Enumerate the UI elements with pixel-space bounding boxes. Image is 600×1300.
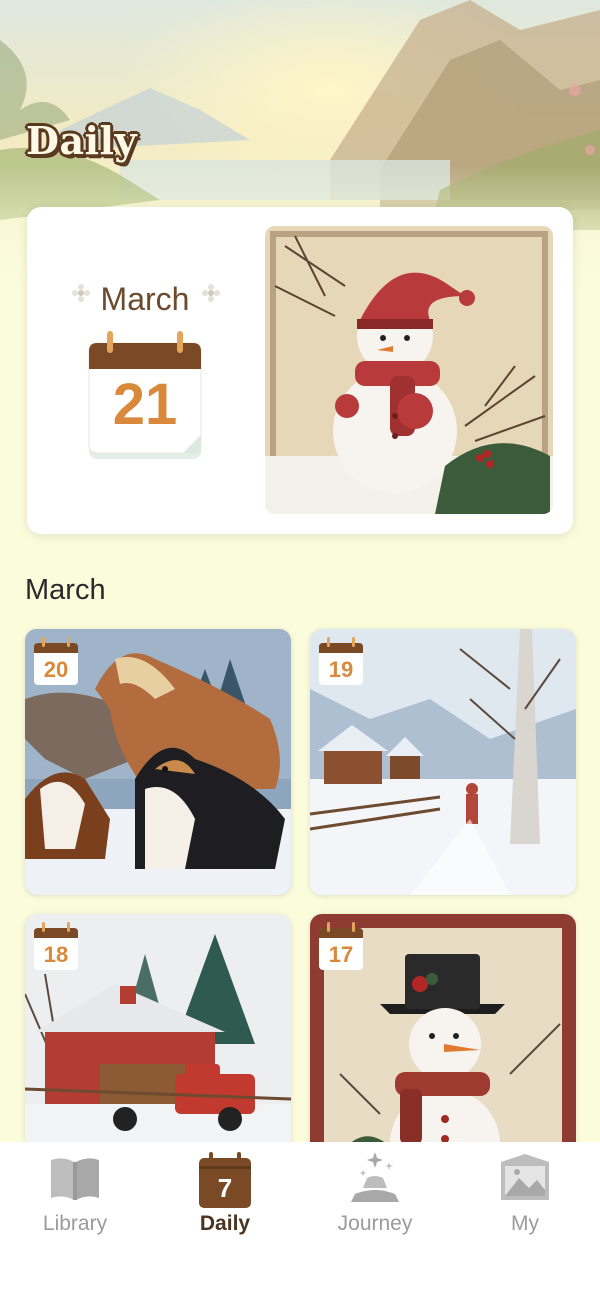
flower-ornament-icon	[202, 284, 220, 302]
nav-item-my[interactable]: My	[450, 1142, 600, 1262]
nav-item-daily[interactable]: 7 Daily	[150, 1142, 300, 1262]
today-month: March	[100, 281, 190, 317]
artwork-tile[interactable]: 18	[25, 914, 291, 1180]
tile-day-number: 20	[43, 657, 69, 682]
nav-label-journey: Journey	[337, 1212, 413, 1235]
section-title: March	[25, 574, 106, 606]
book-icon	[51, 1158, 99, 1200]
nav-label-library: Library	[42, 1212, 108, 1235]
today-day-number: 21	[112, 372, 178, 437]
tile-day-number: 19	[328, 657, 354, 682]
artwork-tile[interactable]: 17	[310, 914, 576, 1180]
artwork-tile[interactable]: 19	[310, 629, 576, 895]
nav-label-daily: Daily	[199, 1212, 251, 1235]
tile-day-number: 18	[43, 942, 69, 967]
tile-day-number: 17	[328, 942, 354, 967]
nav-item-library[interactable]: Library	[0, 1142, 150, 1262]
bottom-navigation: Library 7 Daily Journey My	[0, 1142, 600, 1300]
nav-label-my: My	[511, 1212, 539, 1235]
picture-icon	[501, 1154, 549, 1200]
artwork-tile[interactable]: 20	[25, 629, 291, 895]
nav-daily-day-number: 7	[217, 1173, 233, 1203]
today-card[interactable]: March 21	[27, 207, 573, 534]
journey-icon	[351, 1152, 399, 1202]
page-title: Daily	[26, 118, 138, 163]
snowman-plaid-hat-image	[265, 226, 553, 514]
today-artwork[interactable]	[265, 226, 553, 514]
nav-item-journey[interactable]: Journey	[300, 1142, 450, 1262]
